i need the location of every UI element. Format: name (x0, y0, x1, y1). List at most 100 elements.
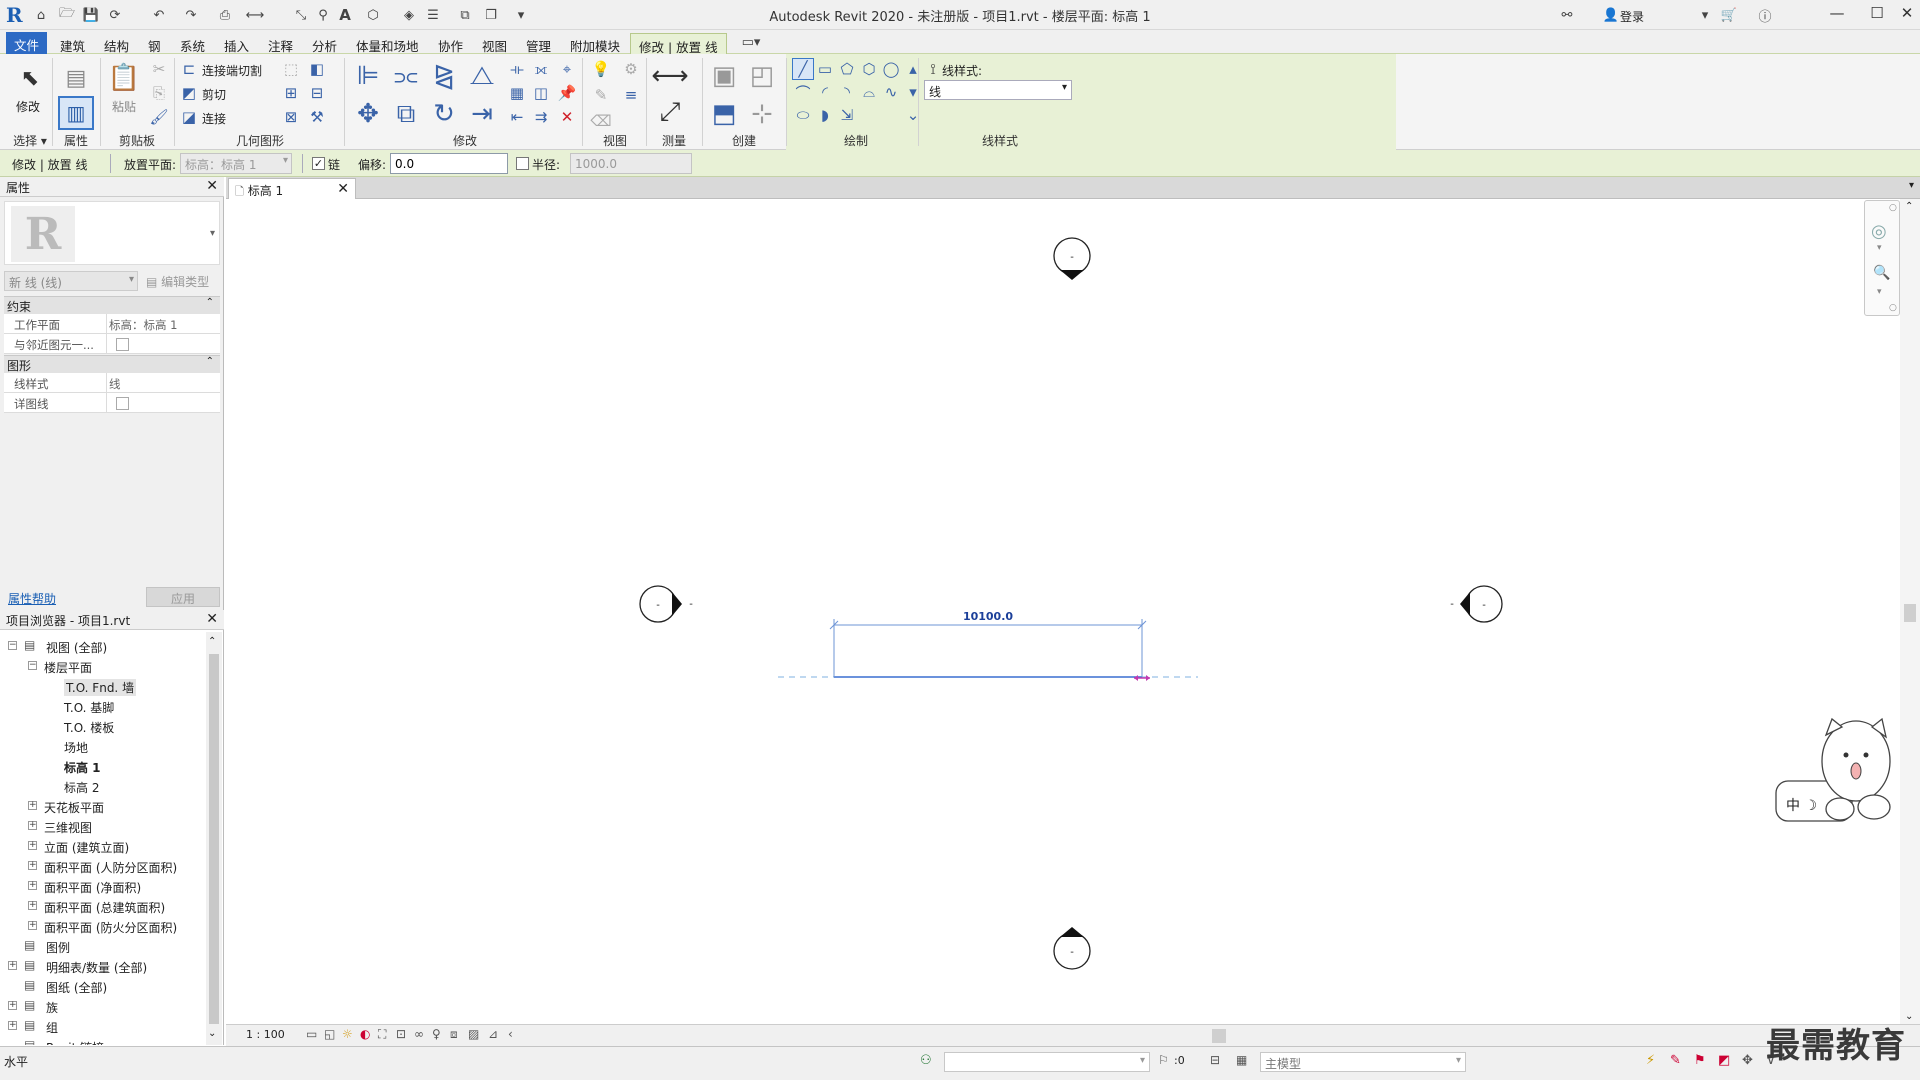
tab-collaborate[interactable]: 协作 (430, 33, 471, 54)
tab-modify-place-line[interactable]: 修改 | 放置 线 (630, 33, 727, 55)
browser-item[interactable]: 标高 2 (0, 776, 206, 796)
browser-item[interactable]: T.O. Fnd. 墙 (0, 676, 206, 696)
view-scale[interactable]: 1 : 100 (246, 1028, 285, 1041)
move-icon[interactable]: ✥ (350, 96, 386, 132)
scroll-thumb[interactable] (1904, 604, 1916, 622)
zoom-icon[interactable]: 🔍 (1873, 265, 1890, 281)
split-element-icon[interactable]: ⟛ (506, 58, 528, 80)
elevation-marker-west[interactable]: - - (639, 585, 693, 623)
scroll-up-icon[interactable]: ⌃ (208, 636, 216, 647)
editable-only-icon[interactable]: ⚐ (1158, 1053, 1169, 1067)
collapse-icon[interactable]: − (8, 641, 17, 650)
create-similar-icon[interactable]: ⊹ (744, 96, 780, 132)
array-icon[interactable]: ▦ (506, 82, 528, 104)
eraser-icon[interactable]: ⌫ (590, 110, 612, 132)
browser-item[interactable]: + ▤ 族 (0, 996, 206, 1016)
browser-item[interactable]: + 立面 (建筑立面) (0, 836, 206, 856)
split-face-icon[interactable]: ⬚ (280, 58, 302, 80)
print-icon[interactable]: ⎙ (214, 5, 236, 25)
rotate-icon[interactable]: ↻ (426, 96, 462, 132)
steering-wheel-icon[interactable]: ◎ (1871, 221, 1887, 242)
elevation-marker-south[interactable]: - (1053, 927, 1091, 970)
highlight-displacement-icon[interactable]: ▨ (468, 1027, 479, 1041)
draw-spline-icon[interactable]: ∿ (880, 81, 902, 103)
drawing-canvas[interactable]: - - - - - - 10100.0 中 ☽ (226, 199, 1920, 1024)
draw-arc-center-icon[interactable]: ◜ (814, 81, 836, 103)
browser-item[interactable]: ▤ Revit 链接 (0, 1036, 206, 1045)
select-underlay-icon[interactable]: ✎ (1670, 1053, 1681, 1068)
draw-scroll-down-icon[interactable]: ▾ (902, 81, 924, 103)
select-pinned-icon[interactable]: ⚑ (1694, 1053, 1706, 1068)
browser-item[interactable]: ▤ 图例 (0, 936, 206, 956)
shadows-icon[interactable]: ◐ (360, 1027, 370, 1041)
measure-between-icon[interactable]: ⟷ (651, 58, 688, 94)
section-icon[interactable]: ◈ (398, 5, 420, 25)
expand-icon[interactable]: + (28, 921, 37, 930)
analytical-model-icon[interactable]: ⧈ (450, 1027, 458, 1042)
tab-manage[interactable]: 管理 (518, 33, 559, 54)
scroll-up-icon[interactable]: ⌃ (1905, 201, 1913, 212)
switch-windows-icon[interactable]: ❐ (480, 5, 502, 25)
edit-type-button[interactable]: ▤ 编辑类型 (142, 271, 220, 291)
paint-icon[interactable]: ◧ (306, 58, 328, 80)
properties-icon[interactable]: ▥ (58, 96, 94, 130)
chevron-down-icon[interactable]: ▾ (1877, 243, 1882, 253)
elevation-marker-north[interactable]: - (1053, 237, 1091, 280)
save-icon[interactable]: 💾 (80, 5, 102, 25)
tab-view[interactable]: 视图 (474, 33, 515, 54)
visual-style-icon[interactable]: ◱ (324, 1027, 335, 1041)
draw-expand-icon[interactable]: ⌄ (902, 104, 924, 126)
dimension-icon[interactable]: ⤡ (290, 5, 312, 25)
sync-icon[interactable]: ⟳ (104, 5, 126, 25)
draw-arc-start-end-icon[interactable]: ⌒ (792, 81, 814, 103)
browser-item[interactable]: + 面积平面 (人防分区面积) (0, 856, 206, 876)
properties-help-link[interactable]: 属性帮助 (8, 590, 56, 607)
login-button[interactable]: 登录 (1620, 8, 1644, 25)
undo-icon[interactable]: ↶ (148, 5, 170, 25)
elevation-marker-east[interactable]: - - (1450, 585, 1503, 623)
expand-icon[interactable]: + (28, 901, 37, 910)
close-hidden-icon[interactable]: ⧉ (454, 5, 476, 25)
browser-item[interactable]: T.O. 基脚 (0, 696, 206, 716)
create-group-icon[interactable]: ⬒ (706, 96, 742, 132)
expand-icon[interactable]: + (28, 881, 37, 890)
demolish-icon[interactable]: ⊟ (306, 82, 328, 104)
expand-icon[interactable]: + (28, 821, 37, 830)
draw-fillet-arc-icon[interactable]: ⌓ (858, 81, 880, 103)
thin-lines-icon[interactable]: ☰ (422, 5, 444, 25)
section-graphics[interactable]: 图形 ⌃ (4, 355, 220, 373)
reveal-constraints-icon[interactable]: ⊿ (488, 1027, 498, 1041)
draw-circumscribed-polygon-icon[interactable]: ⬡ (858, 58, 880, 80)
help-icon[interactable]: ⓘ (1754, 5, 1776, 25)
line-style-dropdown[interactable]: 线 ▾ (924, 80, 1072, 100)
expand-icon[interactable]: + (8, 961, 17, 970)
prop-row-line-style[interactable]: 线样式 线 (4, 373, 220, 393)
expand-icon[interactable]: + (28, 841, 37, 850)
scroll-left-icon[interactable]: ‹ (508, 1027, 513, 1041)
show-crop-icon[interactable]: ⊡ (396, 1027, 406, 1041)
expand-icon[interactable]: + (8, 1021, 17, 1030)
tab-annotate[interactable]: 注释 (260, 33, 301, 54)
offset-input[interactable] (390, 153, 508, 174)
draw-inscribed-polygon-icon[interactable]: ⬠ (836, 58, 858, 80)
join-cut-button[interactable]: 连接端切割 (202, 62, 262, 79)
tabs-dropdown-icon[interactable]: ▾ (1909, 180, 1914, 191)
radius-checkbox[interactable] (516, 157, 529, 170)
pick-lines-icon[interactable]: ⇲ (836, 104, 858, 126)
chevron-down-icon[interactable]: ▾ (1877, 287, 1882, 297)
browser-item[interactable]: + 天花板平面 (0, 796, 206, 816)
chain-checkbox[interactable]: ✓ (312, 157, 325, 170)
prop-row-work-plane[interactable]: 工作平面 标高：标高 1 (4, 314, 220, 334)
horizontal-scroll-thumb[interactable] (1212, 1029, 1226, 1043)
browser-item[interactable]: 标高 1 (0, 756, 206, 776)
ribbon-toggle-icon[interactable]: ▭▾ (740, 32, 762, 52)
join-geometry-button[interactable]: 连接 (202, 110, 226, 127)
create-parts-icon[interactable]: ◰ (744, 58, 780, 94)
instance-filter-dropdown[interactable]: 新 线 (线) ▾ (4, 271, 138, 291)
measure-icon[interactable]: ⟷ (244, 5, 266, 25)
mirror-draw-icon[interactable]: ⧍ (464, 58, 500, 94)
cart-icon[interactable]: 🛒 (1718, 5, 1740, 25)
select-by-face-icon[interactable]: ◩ (1718, 1053, 1730, 1068)
cut-geometry-button[interactable]: 剪切 (202, 86, 226, 103)
scroll-thumb[interactable] (209, 654, 219, 1024)
